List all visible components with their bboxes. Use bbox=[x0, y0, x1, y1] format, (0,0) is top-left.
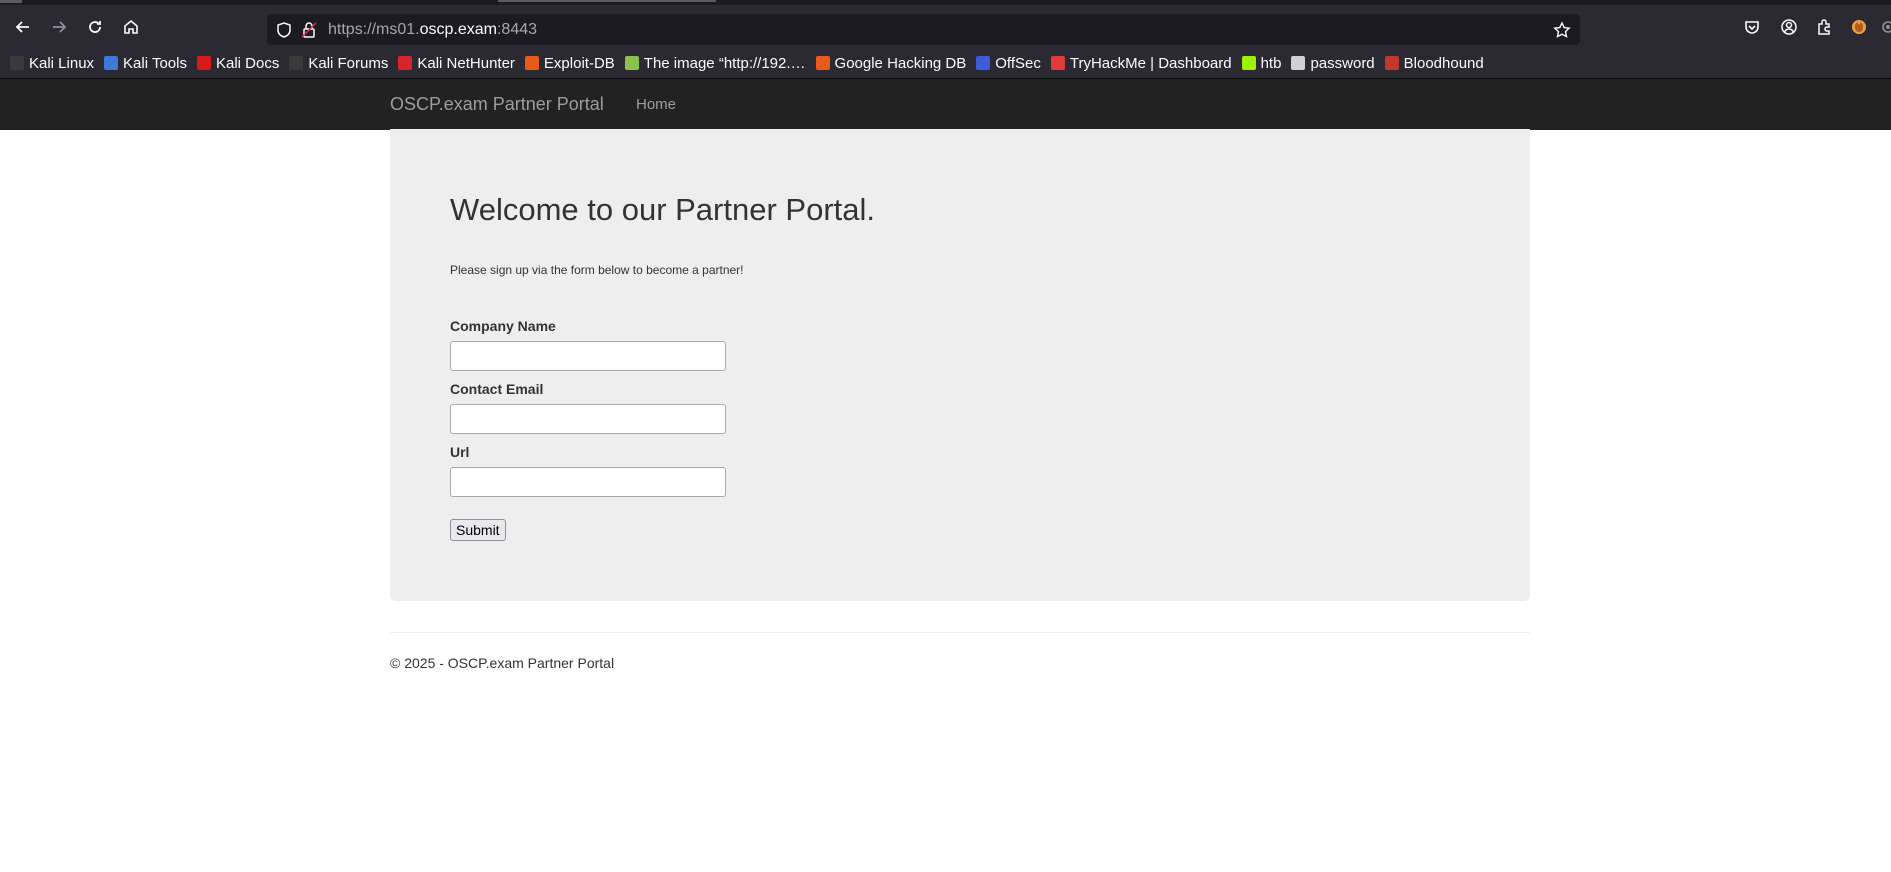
reload-icon[interactable] bbox=[80, 14, 110, 40]
bookmark-favicon-icon bbox=[1241, 56, 1256, 70]
bookmark-favicon-icon bbox=[10, 56, 24, 70]
bookmark-label: Kali NetHunter bbox=[417, 54, 515, 72]
browser-toolbar: https://ms01.oscp.exam:8443 bbox=[0, 5, 1891, 48]
bookmark-item[interactable]: Kali NetHunter bbox=[398, 55, 515, 72]
jumbotron: Welcome to our Partner Portal. Please si… bbox=[390, 129, 1530, 601]
bookmark-favicon-icon bbox=[104, 56, 119, 70]
company-name-label: Company Name bbox=[450, 318, 556, 334]
foxyproxy-icon[interactable] bbox=[1844, 14, 1874, 40]
bookmark-label: The image “http://192.… bbox=[643, 54, 806, 72]
bookmark-favicon-icon bbox=[976, 56, 991, 70]
bookmark-item[interactable]: Kali Linux bbox=[10, 55, 94, 72]
bookmark-item[interactable]: htb bbox=[1241, 54, 1282, 72]
address-bar[interactable]: https://ms01.oscp.exam:8443 bbox=[267, 14, 1580, 45]
bookmark-item[interactable]: The image “http://192.… bbox=[624, 54, 806, 72]
contact-email-label: Contact Email bbox=[450, 381, 544, 397]
signup-form: Company Name Contact Email Url Submit bbox=[450, 318, 726, 541]
tab-edge bbox=[0, 0, 22, 3]
url-port: :8443 bbox=[496, 21, 538, 38]
bookmark-item[interactable]: Google Hacking DB bbox=[815, 54, 967, 72]
nav-home-link[interactable]: Home bbox=[636, 96, 676, 113]
bookmark-item[interactable]: Bloodhound bbox=[1384, 54, 1484, 72]
bookmark-item[interactable]: Kali Tools bbox=[104, 55, 187, 72]
bookmark-label: password bbox=[1310, 54, 1375, 72]
bookmark-label: Kali Linux bbox=[29, 54, 95, 72]
bookmark-star-icon[interactable] bbox=[1553, 21, 1571, 39]
contact-email-input[interactable] bbox=[450, 404, 726, 434]
bookmark-label: TryHackMe | Dashboard bbox=[1069, 54, 1232, 72]
account-icon[interactable] bbox=[1774, 14, 1804, 40]
bookmark-item[interactable]: Exploit-DB bbox=[524, 54, 615, 72]
url-domain: oscp.exam bbox=[419, 21, 497, 38]
bookmark-label: Kali Tools bbox=[123, 54, 187, 72]
url-input[interactable] bbox=[450, 467, 726, 497]
bookmark-favicon-icon bbox=[624, 56, 639, 70]
bookmark-item[interactable]: Kali Docs bbox=[196, 54, 280, 72]
back-arrow-icon[interactable] bbox=[8, 14, 38, 40]
url-text[interactable]: https://ms01.oscp.exam:8443 bbox=[328, 21, 537, 39]
bookmark-item[interactable]: OffSec bbox=[976, 55, 1041, 72]
site-navbar: OSCP.exam Partner Portal Home bbox=[0, 79, 1891, 130]
navbar-brand[interactable]: OSCP.exam Partner Portal bbox=[390, 94, 604, 115]
lead-text: Please sign up via the form below to bec… bbox=[450, 263, 744, 277]
bookmark-favicon-icon bbox=[1291, 56, 1306, 70]
bookmark-item[interactable]: password bbox=[1291, 54, 1375, 72]
bookmark-label: Exploit-DB bbox=[543, 54, 615, 72]
bookmark-favicon-icon bbox=[196, 56, 211, 70]
bookmark-item[interactable]: TryHackMe | Dashboard bbox=[1050, 54, 1232, 72]
forward-arrow-icon[interactable] bbox=[44, 14, 74, 40]
bookmark-item[interactable]: Kali Forums bbox=[289, 55, 388, 72]
pocket-icon-2 bbox=[1737, 14, 1767, 40]
extensions-icon[interactable] bbox=[1809, 14, 1839, 40]
url-prefix: https://ms01. bbox=[328, 21, 420, 38]
bookmark-label: Bloodhound bbox=[1403, 54, 1484, 72]
footer-divider bbox=[390, 632, 1530, 633]
bookmark-favicon-icon bbox=[1384, 56, 1399, 70]
company-name-input[interactable] bbox=[450, 341, 726, 371]
bookmark-label: Kali Docs bbox=[215, 54, 280, 72]
bookmark-label: htb bbox=[1260, 54, 1282, 72]
lock-warning-icon[interactable] bbox=[300, 21, 318, 39]
bookmark-favicon-icon bbox=[289, 56, 304, 70]
bookmark-favicon-icon bbox=[398, 56, 413, 70]
url-label: Url bbox=[450, 444, 470, 460]
bookmark-favicon-icon bbox=[1050, 56, 1065, 70]
bookmark-label: OffSec bbox=[995, 54, 1041, 72]
submit-button[interactable]: Submit bbox=[450, 519, 506, 541]
extension-gear-icon[interactable] bbox=[1873, 14, 1891, 40]
bookmark-label: Google Hacking DB bbox=[834, 54, 967, 72]
active-tab-indicator[interactable] bbox=[498, 0, 716, 2]
shield-icon[interactable] bbox=[275, 21, 293, 39]
bookmark-favicon-icon bbox=[524, 56, 539, 70]
home-icon[interactable] bbox=[116, 14, 146, 40]
bookmark-label: Kali Forums bbox=[308, 54, 389, 72]
bookmarks-toolbar: Kali Linux Kali Tools Kali Docs Kali Forums… bbox=[0, 48, 1891, 79]
page-title: Welcome to our Partner Portal. bbox=[450, 192, 875, 227]
footer-text: © 2025 - OSCP.exam Partner Portal bbox=[390, 655, 615, 671]
bookmark-favicon-icon bbox=[815, 56, 830, 70]
